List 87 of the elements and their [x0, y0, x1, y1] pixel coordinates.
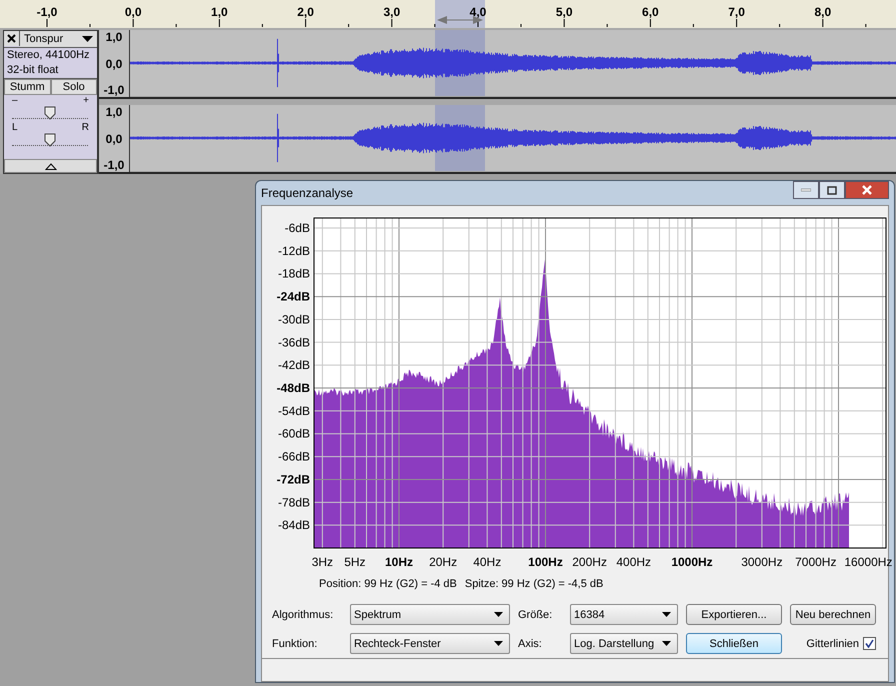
y-axis-label: -48dB — [276, 381, 310, 396]
track-info: Stereo, 44100Hz — [6, 48, 91, 63]
selection-handle-icon[interactable] — [437, 16, 483, 24]
dialog-button[interactable]: Exportieren... — [686, 604, 782, 625]
readout-text: Position: 99 Hz (G2) = -4 dB — [319, 578, 457, 590]
gridlines-checkbox[interactable] — [863, 637, 876, 650]
x-axis-label: 20Hz — [429, 555, 458, 569]
dialog-button[interactable]: Schließen — [686, 633, 782, 654]
y-axis-label: -84dB — [278, 518, 310, 532]
x-axis-label: 3000Hz — [741, 555, 783, 569]
pan-right-label: R — [82, 123, 89, 133]
close-button[interactable] — [845, 181, 889, 199]
y-axis-label: -54dB — [278, 404, 310, 418]
dropdown-arrow-icon — [494, 641, 503, 646]
x-axis-label: 40Hz — [473, 555, 502, 569]
field-label: Axis: — [518, 638, 543, 650]
amplitude-label: 0,0 — [106, 132, 122, 146]
ruler-label: 5,0 — [556, 5, 573, 19]
y-axis-label: -18dB — [278, 266, 310, 281]
track-info: 32-bit float — [6, 63, 60, 78]
y-axis-label: -78dB — [278, 495, 310, 510]
x-axis-label: 400Hz — [616, 555, 652, 569]
slider-thumb-icon[interactable] — [44, 133, 56, 147]
ruler-label: 1,0 — [211, 5, 228, 19]
dropdown-arrow-icon — [494, 612, 503, 617]
x-axis-label: 1000Hz — [671, 555, 713, 569]
y-axis-label: -6dB — [284, 221, 310, 235]
y-axis-label: -24dB — [276, 290, 310, 304]
close-icon — [861, 185, 873, 195]
x-axis-label: 200Hz — [572, 555, 607, 569]
dropdown-field[interactable]: Rechteck-Fenster — [350, 633, 510, 654]
y-axis-label: -30dB — [278, 312, 310, 326]
readout-text: Spitze: 99 Hz (G2) = -4,5 dB — [464, 578, 604, 590]
dropdown-field[interactable]: Log. Darstellung — [570, 633, 678, 654]
y-axis-label: -72dB — [276, 472, 310, 486]
maximize-icon — [827, 186, 837, 194]
ruler-label: 2,0 — [297, 5, 314, 19]
y-axis-label: -12dB — [278, 244, 310, 258]
x-axis-label: 16000Hz — [844, 555, 892, 569]
gain-slider[interactable] — [12, 106, 88, 119]
ruler-label: 3,0 — [383, 5, 400, 19]
ruler-label: 0,0 — [124, 5, 142, 19]
dropdown-arrow-icon — [82, 36, 93, 42]
track-toggle-button[interactable]: Solo — [50, 79, 97, 95]
close-icon[interactable] — [4, 31, 20, 46]
amplitude-label: 1,0 — [106, 105, 122, 119]
pan-slider[interactable] — [12, 133, 88, 146]
dropdown-arrow-icon — [662, 612, 671, 617]
ruler-label: 4,0 — [470, 5, 486, 19]
x-axis-label: 100Hz — [528, 555, 563, 569]
y-axis-label: -60dB — [278, 426, 310, 441]
dropdown-field[interactable]: 16384 — [570, 604, 678, 625]
x-axis-label: 3Hz — [312, 555, 334, 569]
x-axis-label: 10Hz — [385, 555, 413, 569]
amplitude-label: -1,0 — [104, 158, 124, 172]
dropdown-field[interactable]: Spektrum — [350, 604, 510, 625]
amplitude-label: 1,0 — [106, 30, 122, 44]
field-label: Größe: — [518, 608, 554, 620]
maximize-button[interactable] — [819, 181, 845, 199]
ruler-label: 7,0 — [728, 5, 745, 19]
ruler-label: 8,0 — [814, 5, 832, 19]
amplitude-label: -1,0 — [104, 83, 124, 97]
track-toggle-button[interactable]: Stumm — [4, 79, 50, 95]
dialog-button[interactable]: Neu berechnen — [790, 604, 876, 625]
gain-plus-label: + — [83, 96, 89, 106]
minimize-button[interactable] — [793, 181, 819, 199]
pan-left-label: L — [12, 123, 18, 133]
triangle-icon — [44, 162, 56, 170]
slider-thumb-icon[interactable] — [44, 106, 56, 120]
minimize-icon — [801, 188, 811, 192]
amplitude-label: 0,0 — [106, 56, 122, 70]
checkbox-label: Gitterlinien — [806, 638, 859, 650]
ruler-label: 6,0 — [642, 5, 659, 19]
window-title: Frequenzanalyse — [261, 186, 354, 200]
selection-highlight — [435, 0, 485, 28]
x-axis-label: 7000Hz — [795, 555, 836, 569]
field-label: Algorithmus: — [272, 608, 334, 620]
dropdown-arrow-icon — [662, 641, 671, 646]
x-axis-label: 5Hz — [344, 555, 366, 569]
y-axis-label: -66dB — [278, 450, 310, 464]
field-label: Funktion: — [272, 638, 318, 650]
y-axis-label: -42dB — [278, 358, 310, 372]
track-name-dropdown[interactable]: Tonspur — [20, 31, 97, 47]
gain-minus-label: – — [12, 96, 18, 106]
collapse-button[interactable] — [4, 159, 97, 173]
ruler-label: -1,0 — [36, 5, 58, 19]
y-axis-label: -36dB — [278, 335, 310, 350]
